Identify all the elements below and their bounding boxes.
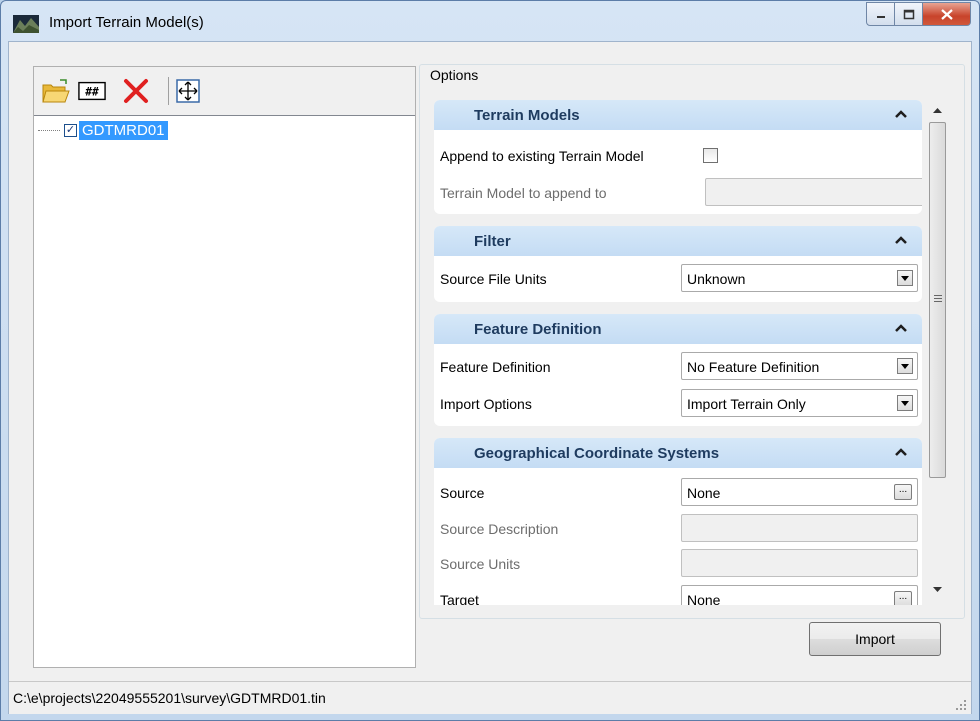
window-title: Import Terrain Model(s) (49, 14, 204, 31)
svg-text:##: ## (85, 86, 99, 99)
source-gcs-value: None (687, 485, 721, 501)
feature-definition-label: Feature Definition (440, 359, 551, 375)
minimize-icon (876, 16, 885, 18)
browse-ellipsis-button[interactable]: ... (894, 591, 912, 605)
delete-x-icon (124, 79, 148, 103)
source-units-label: Source File Units (440, 271, 547, 287)
tree-item-checkbox[interactable]: ✓ (64, 124, 77, 137)
close-icon (940, 8, 953, 20)
gcs-header[interactable]: Geographical Coordinate Systems (434, 438, 922, 468)
browse-ellipsis-button[interactable]: ... (894, 484, 912, 500)
import-button[interactable]: Import (809, 622, 941, 656)
feature-definition-select[interactable]: No Feature Definition (681, 352, 918, 380)
import-options-label: Import Options (440, 396, 532, 412)
source-description-field[interactable] (681, 514, 918, 542)
target-label: Target (440, 592, 479, 605)
dialog-client-area: ## ✓ GDTMRD01 Options Terrain Models App… (8, 41, 972, 714)
feature-definition-header[interactable]: Feature Definition (434, 314, 922, 344)
delete-button[interactable] (122, 77, 150, 105)
import-terrain-window: Import Terrain Model(s) ## ✓ GDTMRD01 Op… (0, 0, 980, 721)
status-bar: C:\e\projects\22049555201\survey\GDTMRD0… (9, 681, 971, 714)
append-to-label: Terrain Model to append to (440, 185, 607, 201)
import-options-select[interactable]: Import Terrain Only (681, 389, 918, 417)
source-description-label: Source Description (440, 521, 559, 537)
grip-lines-icon (934, 295, 942, 302)
terrain-models-header[interactable]: Terrain Models (434, 100, 922, 130)
collapse-chevron-icon[interactable] (894, 321, 908, 335)
options-scroll-area: Terrain Models Append to existing Terrai… (434, 100, 922, 605)
minimize-button[interactable] (866, 2, 895, 26)
source-units-gcs-label: Source Units (440, 556, 521, 572)
status-file-path: C:\e\projects\22049555201\survey\GDTMRD0… (13, 690, 326, 706)
append-terrain-label: Append to existing Terrain Model (440, 148, 644, 164)
terrain-models-section: Terrain Models Append to existing Terrai… (434, 100, 922, 214)
collapse-chevron-icon[interactable] (894, 445, 908, 459)
tree-connector-line (38, 130, 60, 131)
open-folder-icon (42, 79, 70, 103)
terrain-app-icon (13, 15, 39, 33)
append-to-field[interactable] (705, 178, 922, 206)
tree-item-label[interactable]: GDTMRD01 (79, 121, 168, 140)
hash-grid-icon: ## (78, 81, 106, 101)
gcs-section: Geographical Coordinate Systems Source N… (434, 438, 922, 605)
dropdown-arrow-icon[interactable] (897, 270, 913, 286)
scroll-down-icon[interactable] (933, 587, 942, 592)
title-bar[interactable]: Import Terrain Model(s) (1, 1, 979, 41)
close-button[interactable] (923, 2, 971, 26)
maximize-button[interactable] (895, 2, 923, 26)
target-gcs-value: None (687, 592, 721, 605)
source-file-units-value: Unknown (687, 271, 746, 287)
source-gcs-field[interactable]: None ... (681, 478, 918, 506)
fit-view-icon (176, 79, 200, 103)
scroll-up-icon[interactable] (933, 108, 942, 113)
feature-definition-title: Feature Definition (474, 321, 602, 338)
toolbar-separator (168, 77, 169, 105)
resize-grip-icon[interactable] (955, 699, 967, 711)
terrain-models-title: Terrain Models (474, 107, 580, 124)
numbering-button[interactable]: ## (78, 77, 106, 105)
source-file-units-select[interactable]: Unknown (681, 264, 918, 292)
file-tree-panel: ## ✓ GDTMRD01 (33, 66, 416, 668)
feature-definition-value: No Feature Definition (687, 359, 820, 375)
append-terrain-checkbox[interactable] (703, 148, 718, 163)
gcs-title: Geographical Coordinate Systems (474, 445, 720, 462)
dropdown-arrow-icon[interactable] (897, 395, 913, 411)
tree-toolbar: ## (34, 67, 415, 116)
filter-section: Filter Source File Units Unknown (434, 226, 922, 302)
open-file-button[interactable] (42, 77, 70, 105)
maximize-icon (903, 9, 914, 19)
collapse-chevron-icon[interactable] (894, 107, 908, 121)
tree-item-terrain-file[interactable]: ✓ GDTMRD01 (38, 121, 168, 140)
source-label: Source (440, 485, 485, 501)
dropdown-arrow-icon[interactable] (897, 358, 913, 374)
feature-definition-section: Feature Definition Feature Definition No… (434, 314, 922, 426)
filter-title: Filter (474, 233, 511, 250)
source-units-field[interactable] (681, 549, 918, 577)
filter-header[interactable]: Filter (434, 226, 922, 256)
options-legend: Options (428, 67, 481, 83)
scrollbar-thumb[interactable] (929, 122, 946, 478)
import-options-value: Import Terrain Only (687, 396, 806, 412)
options-scrollbar[interactable] (928, 100, 947, 605)
target-gcs-field[interactable]: None ... (681, 585, 918, 605)
fit-view-button[interactable] (174, 77, 202, 105)
collapse-chevron-icon[interactable] (894, 233, 908, 247)
